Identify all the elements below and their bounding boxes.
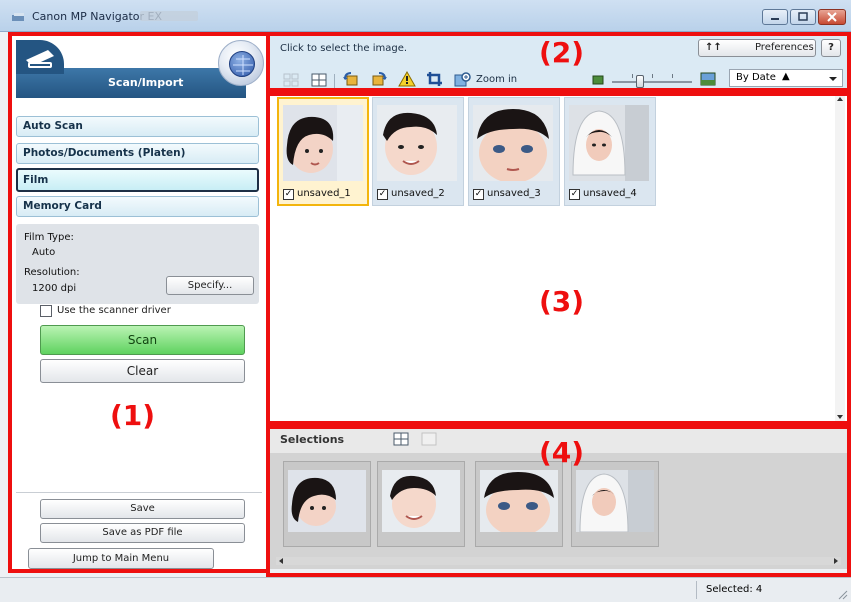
app-icon [12, 13, 24, 21]
resize-grip-icon[interactable] [836, 588, 848, 600]
maximize-button[interactable] [790, 9, 816, 25]
callout-box-3 [266, 88, 851, 429]
callout-label-1: (1) [110, 399, 156, 432]
close-button[interactable] [818, 9, 846, 25]
title-bar: Canon MP Navigator EX [0, 0, 851, 32]
minimize-button[interactable] [762, 9, 788, 25]
maximize-icon [798, 12, 808, 21]
selected-count: Selected: 4 [706, 584, 763, 595]
title-redacted [140, 11, 198, 21]
close-icon [827, 12, 837, 22]
status-bar: Selected: 4 [0, 577, 851, 602]
callout-label-2: (2) [539, 36, 585, 69]
minimize-icon [771, 18, 779, 20]
callout-label-4: (4) [539, 436, 585, 469]
callout-box-1 [8, 32, 270, 573]
callout-label-3: (3) [539, 285, 585, 318]
